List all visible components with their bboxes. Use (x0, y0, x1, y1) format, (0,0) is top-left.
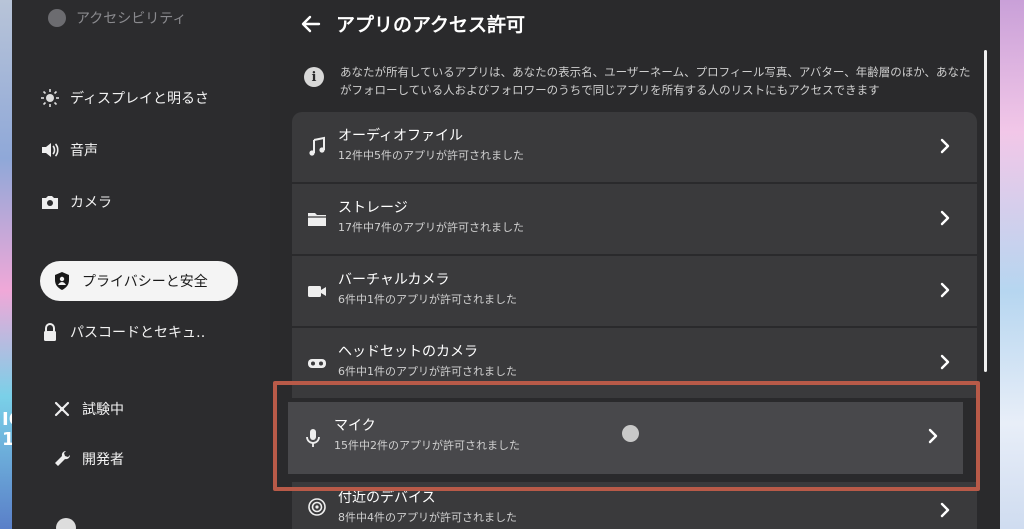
page-header: アプリのアクセス許可 (300, 10, 525, 37)
permission-row-audio-files[interactable]: オーディオファイル 12件中5件のアプリが許可されました (292, 112, 977, 182)
back-arrow-icon[interactable] (300, 13, 322, 35)
permission-subtitle: 12件中5件のアプリが許可されました (338, 149, 524, 162)
permission-subtitle: 8件中4件のアプリが許可されました (338, 511, 517, 524)
chevron-right-icon (939, 138, 951, 154)
folder-icon (306, 208, 328, 230)
speaker-icon (40, 140, 60, 160)
settings-sidebar: アクセシビリティ ディスプレイと明るさ 音声 カメラ プライバシーと安全 パスコ… (12, 0, 270, 529)
sidebar-item-label: 音声 (70, 143, 98, 159)
permission-title: 付近のデバイス (338, 490, 436, 506)
permission-subtitle: 6件中1件のアプリが許可されました (338, 365, 517, 378)
scrollbar[interactable] (984, 50, 987, 372)
info-notice: i あなたが所有しているアプリは、あなたの表示名、ユーザーネーム、プロフィール写… (304, 63, 972, 99)
chevron-right-icon (939, 502, 951, 518)
music-note-icon (306, 136, 328, 158)
video-camera-icon (306, 280, 328, 302)
page-title: アプリのアクセス許可 (336, 14, 526, 36)
sidebar-item-experimental[interactable]: 試験中 (52, 389, 124, 429)
permission-subtitle: 6件中1件のアプリが許可されました (338, 293, 517, 306)
headset-icon (306, 352, 328, 374)
sidebar-item-label: プライバシーと安全 (82, 274, 208, 290)
chevron-right-icon (939, 282, 951, 298)
wrench-icon (52, 449, 72, 469)
permission-subtitle: 17件中7件のアプリが許可されました (338, 221, 524, 234)
brightness-icon (40, 88, 60, 108)
sidebar-item-privacy[interactable]: プライバシーと安全 (40, 261, 238, 301)
shield-icon (52, 271, 72, 291)
sidebar-item-accessibility[interactable]: アクセシビリティ (48, 8, 186, 28)
sidebar-item-display[interactable]: ディスプレイと明るさ (40, 78, 209, 118)
partial-sidebar-icon (56, 518, 76, 529)
permission-title: ヘッドセットのカメラ (338, 344, 478, 360)
permission-title: オーディオファイル (338, 128, 464, 144)
chevron-right-icon (939, 354, 951, 370)
info-text: あなたが所有しているアプリは、あなたの表示名、ユーザーネーム、プロフィール写真、… (340, 65, 971, 97)
chevron-right-icon (939, 210, 951, 226)
flask-icon (52, 399, 72, 419)
sidebar-item-label: 試験中 (82, 402, 124, 418)
permission-title: ストレージ (338, 200, 408, 216)
camera-icon (40, 192, 60, 212)
sidebar-item-label: パスコードとセキュ‥ (70, 325, 206, 341)
info-icon: i (304, 67, 324, 87)
pointer-cursor (622, 425, 639, 442)
sidebar-item-label: アクセシビリティ (76, 11, 187, 27)
sidebar-item-label: ディスプレイと明るさ (70, 91, 210, 107)
nearby-devices-icon (306, 496, 328, 518)
permission-title: バーチャルカメラ (338, 272, 450, 288)
sidebar-item-sound[interactable]: 音声 (40, 130, 98, 170)
permission-row-virtual-camera[interactable]: バーチャルカメラ 6件中1件のアプリが許可されました (292, 256, 977, 326)
sidebar-item-developer[interactable]: 開発者 (52, 439, 124, 479)
lock-icon (40, 322, 60, 342)
sidebar-item-label: カメラ (70, 195, 112, 211)
sidebar-item-camera[interactable]: カメラ (40, 182, 112, 222)
permission-row-storage[interactable]: ストレージ 17件中7件のアプリが許可されました (292, 184, 977, 254)
sidebar-item-passcode[interactable]: パスコードとセキュ‥ (40, 312, 205, 352)
accessibility-icon (48, 9, 66, 27)
sidebar-item-label: 開発者 (82, 452, 124, 468)
